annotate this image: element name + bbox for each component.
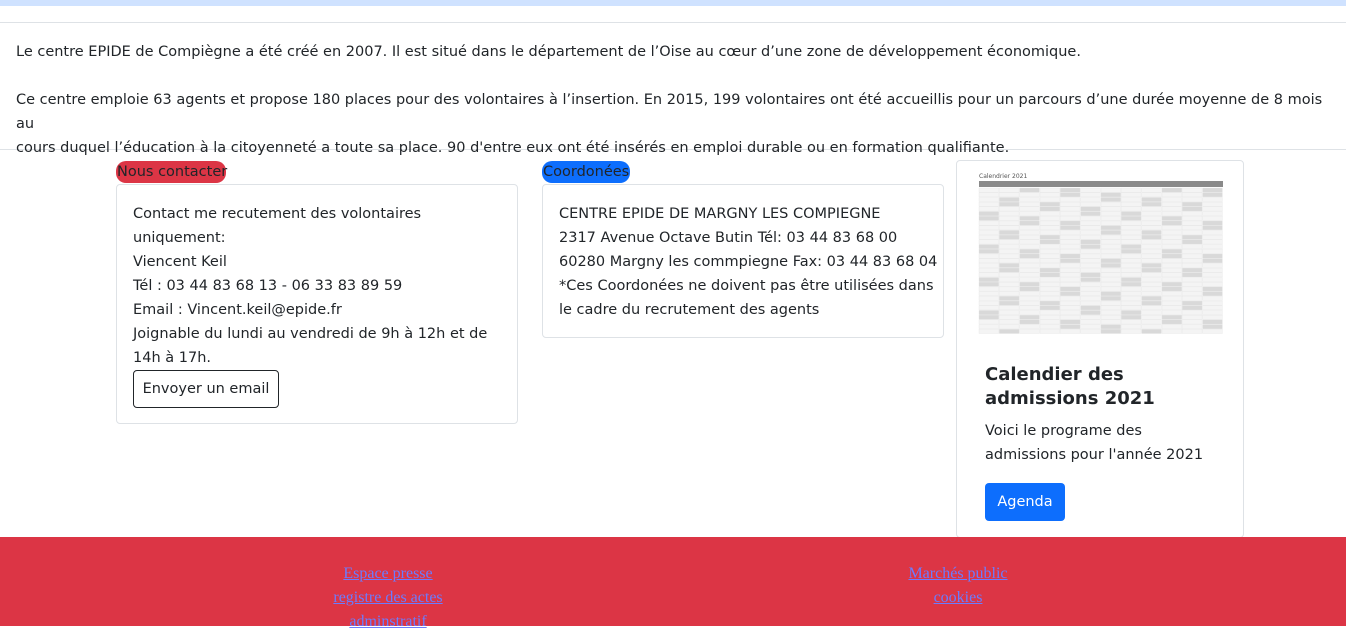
contact-line: uniquement: (133, 230, 226, 246)
agenda-button[interactable]: Agenda (985, 483, 1065, 521)
intro-paragraph-1: Le centre EPIDE de Compiègne a été créé … (16, 44, 1081, 60)
coordonnees-note-end: le cadre du recrutement des agents (559, 302, 820, 318)
footer: Espace presse registre des actes adminst… (0, 537, 1346, 630)
footer-link-espace-presse[interactable]: Espace presse (300, 562, 476, 586)
contact-email: Email : Vincent.keil@epide.fr (133, 302, 342, 318)
intro-paragraph-2-line-2: cours duquel l’éducation à la citoyennet… (16, 140, 1010, 156)
footer-link-cookies[interactable]: cookies (870, 586, 1046, 610)
contact-line: Contact me recutement des volontaires (133, 206, 422, 222)
intro-paragraph-2: Ce centre emploie 63 agents et propose 1… (16, 88, 1326, 160)
calendar-card: Calendrier 2021 Calendier des admissions… (956, 160, 1244, 538)
coordonnees-card: CENTRE EPIDE DE MARGNY LES COMPIEGNE 231… (542, 184, 944, 338)
calendar-image-caption: Calendrier 2021 (979, 173, 1027, 180)
contact-hours: Joignable du lundi au vendredi de 9h à 1… (133, 326, 488, 342)
calendar-title: Calendier des admissions 2021 (985, 364, 1155, 409)
contact-phone: Tél : 03 44 83 68 13 - 06 33 83 89 59 (133, 278, 403, 294)
footer-link-registre-cont[interactable]: adminstratif (300, 610, 476, 634)
calendar-grid (978, 187, 1223, 334)
coordonnees-details: CENTRE EPIDE DE MARGNY LES COMPIEGNE 231… (559, 202, 938, 322)
contact-hours-end: 14h à 17h. (133, 350, 211, 366)
center-name: CENTRE EPIDE DE MARGNY LES COMPIEGNE (559, 206, 881, 222)
top-navbar-strip (0, 0, 1346, 6)
intro-section: Le centre EPIDE de Compiègne a été créé … (0, 22, 1346, 156)
coordonnees-badge: Coordonées (542, 161, 630, 183)
contact-badge: Nous contacter (116, 161, 227, 183)
contact-card: Contact me recutement des volontaires un… (116, 184, 518, 424)
contact-details: Contact me recutement des volontaires un… (133, 202, 503, 370)
send-email-button[interactable]: Envoyer un email (133, 370, 279, 408)
footer-link-registre[interactable]: registre des actes (300, 586, 476, 610)
calendar-image: Calendrier 2021 (977, 171, 1225, 339)
center-address: 2317 Avenue Octave Butin Tél: 03 44 83 6… (559, 230, 898, 246)
coordonnees-note: *Ces Coordonées ne doivent pas être util… (559, 278, 934, 294)
intro-paragraph-2-line-1: Ce centre emploie 63 agents et propose 1… (16, 92, 1323, 132)
center-city: 60280 Margny les commpiegne Fax: 03 44 8… (559, 254, 938, 270)
contact-name: Viencent Keil (133, 254, 227, 270)
calendar-text: Voici le programe des admissions pour l'… (985, 423, 1204, 463)
footer-link-marches-public[interactable]: Marchés public (870, 562, 1046, 586)
